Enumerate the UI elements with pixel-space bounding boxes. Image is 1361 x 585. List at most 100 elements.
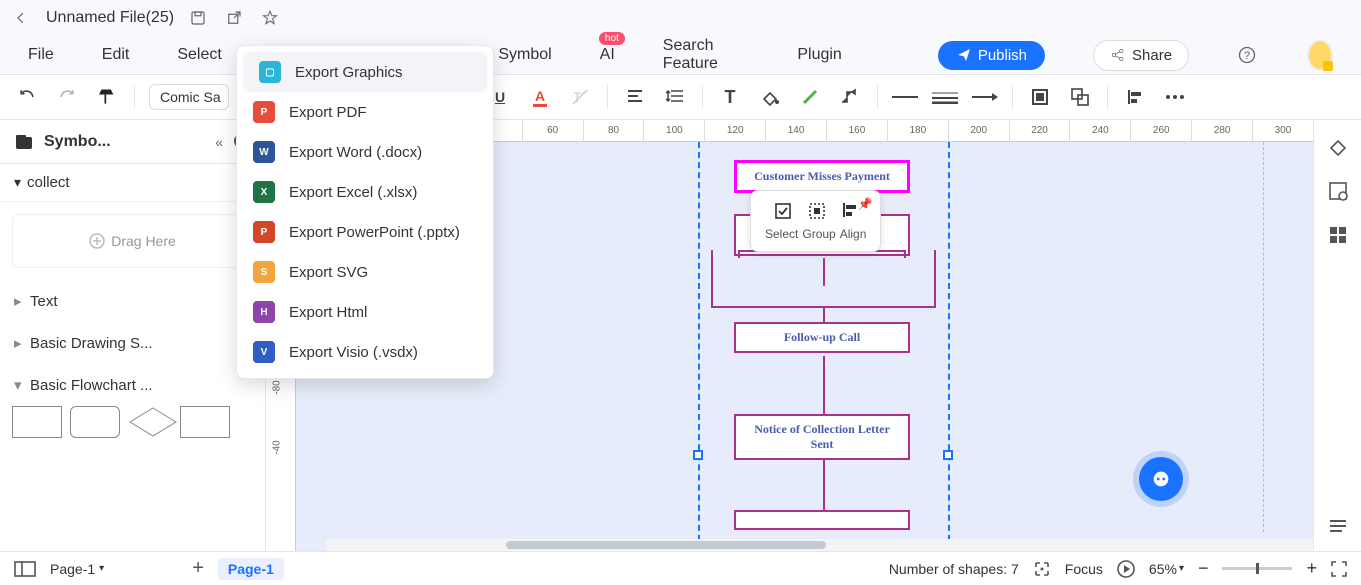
library-icon xyxy=(14,133,34,151)
chat-assistant-button[interactable] xyxy=(1139,457,1183,501)
connector[interactable] xyxy=(711,250,713,308)
apps-panel-icon[interactable] xyxy=(1325,222,1351,248)
group-button[interactable] xyxy=(1067,84,1093,110)
export-powerpoint[interactable]: PExport PowerPoint (.pptx) xyxy=(237,212,493,252)
status-bar: Page-1 ▾ + Page-1 Number of shapes: 7 Fo… xyxy=(0,551,1361,585)
layout-panel-icon[interactable] xyxy=(14,561,36,577)
zoom-slider[interactable] xyxy=(1222,567,1292,570)
add-page-button[interactable]: + xyxy=(192,557,204,580)
flow-box-3[interactable]: Follow-up Call xyxy=(734,322,910,353)
menu-edit[interactable]: Edit xyxy=(102,46,130,64)
clear-format-button[interactable]: T xyxy=(567,84,593,110)
connector[interactable] xyxy=(823,306,934,308)
shapes-count: Number of shapes: 7 xyxy=(889,561,1019,577)
flow-box-4[interactable]: Notice of Collection Letter Sent xyxy=(734,414,910,460)
list-panel-icon[interactable] xyxy=(1325,513,1351,539)
format-toolbar: Comic Sa U A T T xyxy=(0,74,1361,120)
publish-button[interactable]: Publish xyxy=(938,41,1045,70)
pin-icon[interactable]: 📌 xyxy=(857,197,872,211)
text-tool-button[interactable]: T xyxy=(717,84,743,110)
font-select[interactable]: Comic Sa xyxy=(149,84,229,110)
export-excel[interactable]: XExport Excel (.xlsx) xyxy=(237,172,493,212)
zoom-level[interactable]: 65%▾ xyxy=(1149,561,1184,577)
font-color-button[interactable]: A xyxy=(527,84,553,110)
export-svg[interactable]: SExport SVG xyxy=(237,252,493,292)
help-icon[interactable]: ? xyxy=(1237,45,1259,65)
layer-button[interactable] xyxy=(1027,84,1053,110)
user-avatar[interactable] xyxy=(1307,39,1333,71)
accordion-text[interactable]: ▸Text xyxy=(0,280,265,322)
sidebar-section-collect[interactable]: ▾collect xyxy=(0,164,265,202)
format-painter-button[interactable] xyxy=(94,84,120,110)
drag-here-zone[interactable]: Drag Here xyxy=(12,214,253,268)
page-tab[interactable]: Page-1 xyxy=(218,558,284,580)
connector[interactable] xyxy=(823,258,825,286)
accordion-basic-drawing[interactable]: ▸Basic Drawing S... xyxy=(0,322,265,364)
page-select[interactable]: Page-1 ▾ xyxy=(50,561,104,577)
shape-rect[interactable] xyxy=(12,406,62,438)
align-button[interactable] xyxy=(1122,84,1148,110)
align-left-button[interactable] xyxy=(622,84,648,110)
open-external-icon[interactable] xyxy=(222,6,246,30)
export-visio[interactable]: VExport Visio (.vsdx) xyxy=(237,332,493,372)
connector[interactable] xyxy=(823,458,825,510)
presentation-icon[interactable] xyxy=(1117,560,1135,578)
connector[interactable] xyxy=(738,250,740,258)
share-button[interactable]: Share xyxy=(1093,40,1189,71)
align-label: Align xyxy=(840,227,867,241)
select-tool-icon[interactable] xyxy=(773,201,793,221)
fullscreen-button[interactable] xyxy=(1331,561,1347,577)
shape-rect2[interactable] xyxy=(180,406,230,438)
connector[interactable] xyxy=(904,250,906,258)
connector[interactable] xyxy=(934,250,936,308)
flow-box-5[interactable] xyxy=(734,510,910,530)
star-icon[interactable] xyxy=(258,6,282,30)
focus-icon[interactable] xyxy=(1033,560,1051,578)
menu-search-feature[interactable]: Search Feature xyxy=(663,37,750,73)
save-icon[interactable] xyxy=(186,6,210,30)
title-bar: Unnamed File(25) xyxy=(0,0,1361,36)
file-name[interactable]: Unnamed File(25) xyxy=(46,9,174,27)
shape-rounded[interactable] xyxy=(70,406,120,438)
selection-handle[interactable] xyxy=(693,450,703,460)
export-menu: ▢Export Graphics PExport PDF WExport Wor… xyxy=(236,45,494,379)
line-weight-button[interactable] xyxy=(932,84,958,110)
export-pdf[interactable]: PExport PDF xyxy=(237,92,493,132)
back-button[interactable] xyxy=(14,11,34,25)
flow-box-1[interactable]: Customer Misses Payment xyxy=(734,160,910,193)
export-word[interactable]: WExport Word (.docx) xyxy=(237,132,493,172)
menu-ai[interactable]: AI hot xyxy=(600,46,615,64)
undo-button[interactable] xyxy=(14,84,40,110)
focus-label[interactable]: Focus xyxy=(1065,561,1103,577)
line-style-button[interactable] xyxy=(892,84,918,110)
drag-here-label: Drag Here xyxy=(111,233,176,249)
zoom-out-button[interactable]: − xyxy=(1198,558,1209,579)
redo-button[interactable] xyxy=(54,84,80,110)
sidebar-expand-icon[interactable]: « xyxy=(215,134,223,150)
export-graphics[interactable]: ▢Export Graphics xyxy=(243,52,487,92)
menu-file[interactable]: File xyxy=(28,46,54,64)
properties-panel-icon[interactable] xyxy=(1325,178,1351,204)
menu-symbol[interactable]: Symbol xyxy=(498,46,551,64)
line-color-button[interactable] xyxy=(797,84,823,110)
line-spacing-button[interactable] xyxy=(662,84,688,110)
right-rail xyxy=(1313,120,1361,551)
group-tool-icon[interactable] xyxy=(807,201,827,221)
selection-handle[interactable] xyxy=(943,450,953,460)
menu-plugin[interactable]: Plugin xyxy=(797,46,841,64)
connector-button[interactable] xyxy=(837,84,863,110)
shape-rhombus[interactable] xyxy=(128,406,172,438)
publish-label: Publish xyxy=(978,47,1027,64)
menu-select[interactable]: Select xyxy=(177,46,221,64)
accordion-basic-flowchart[interactable]: ▾Basic Flowchart ... xyxy=(0,364,265,406)
arrow-style-button[interactable] xyxy=(972,84,998,110)
connector[interactable] xyxy=(823,356,825,414)
connector[interactable] xyxy=(711,306,823,308)
more-button[interactable] xyxy=(1162,84,1188,110)
align-tool-icon[interactable] xyxy=(841,201,859,221)
zoom-in-button[interactable]: + xyxy=(1306,558,1317,579)
fill-button[interactable] xyxy=(757,84,783,110)
export-html[interactable]: HExport Html xyxy=(237,292,493,332)
horizontal-scrollbar[interactable] xyxy=(326,539,1313,551)
fill-panel-icon[interactable] xyxy=(1325,134,1351,160)
